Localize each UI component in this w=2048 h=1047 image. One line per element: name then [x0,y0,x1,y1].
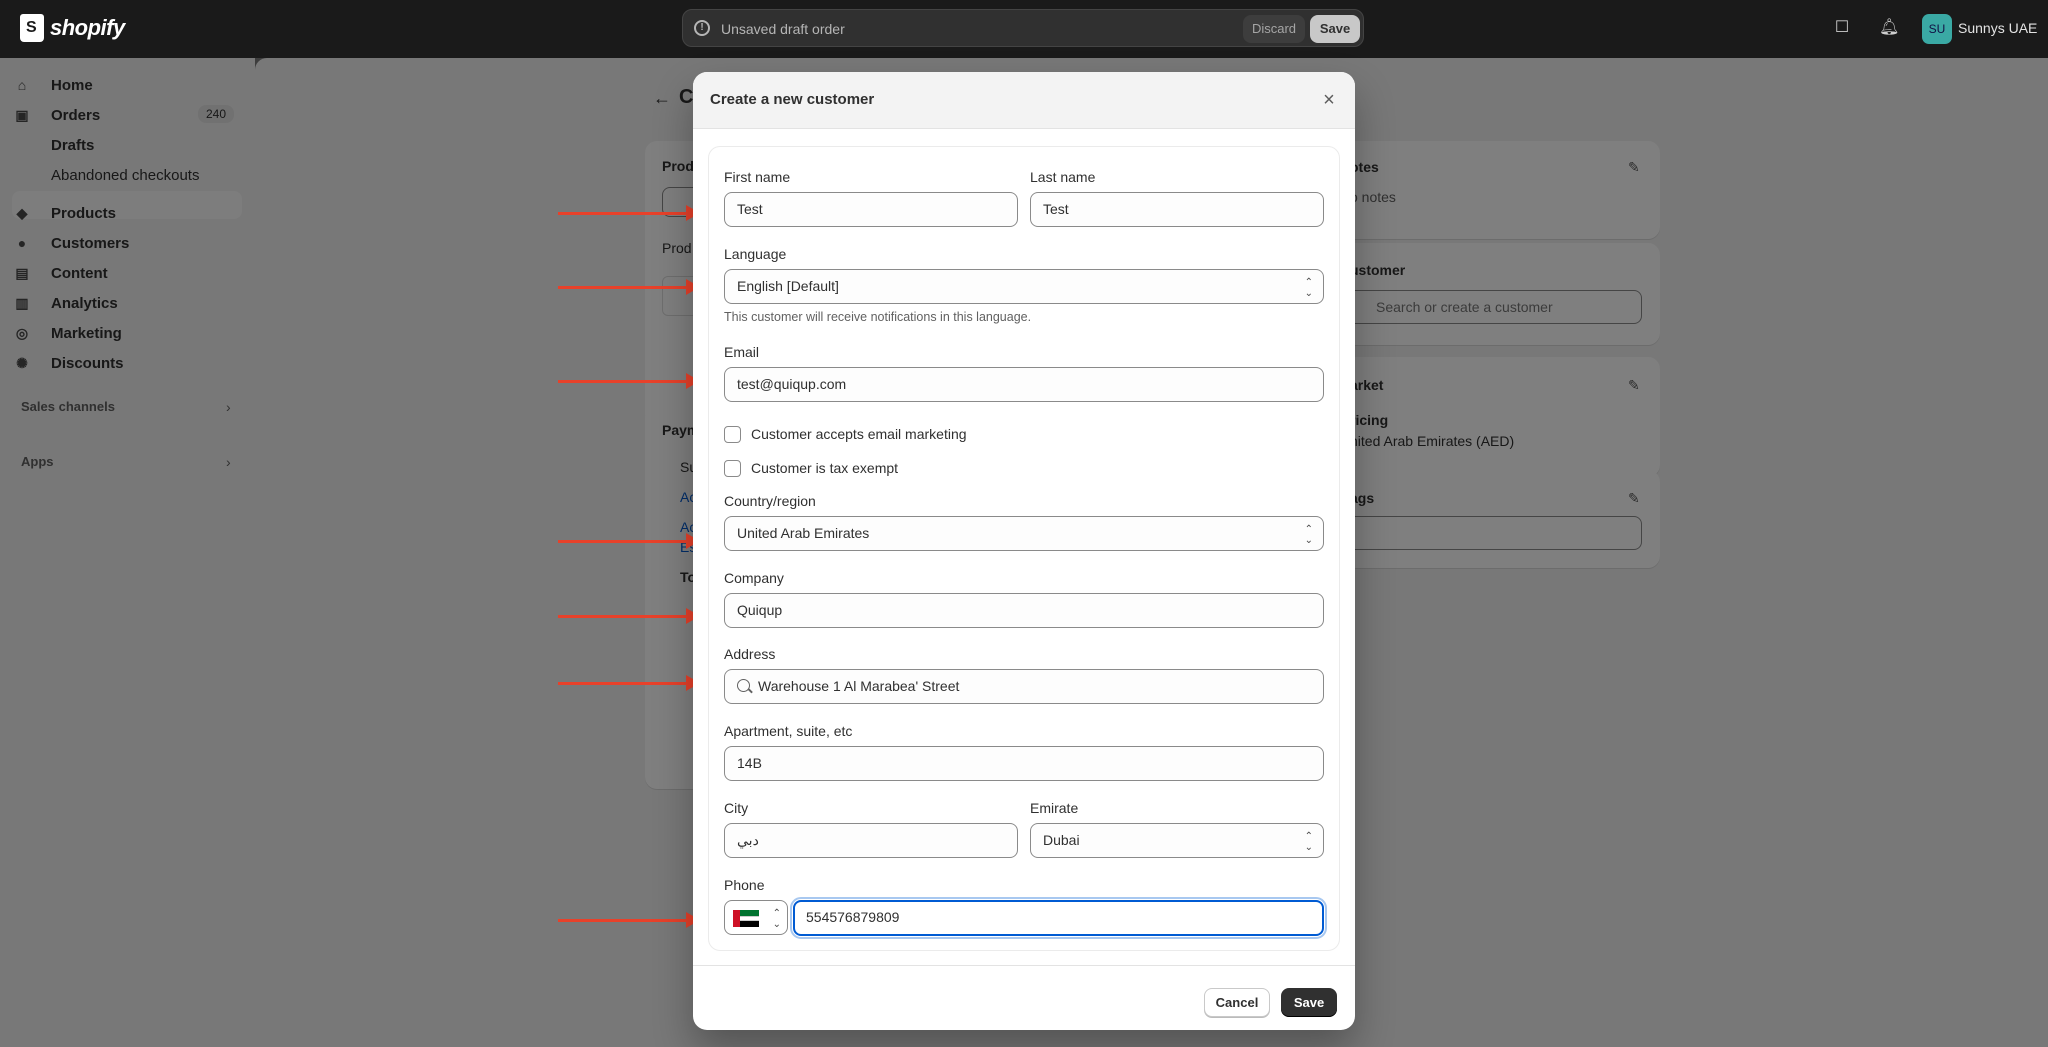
accepts-marketing-checkbox[interactable] [724,426,741,443]
company-label: Company [724,570,784,586]
country-label: Country/region [724,493,816,509]
country-select[interactable]: United Arab Emirates ⌃ ⌄ [724,516,1324,551]
modal-footer: Cancel Save [693,965,1355,1030]
last-name-field[interactable]: Test [1030,192,1324,227]
address-value: Warehouse 1 Al Marabea' Street [758,678,960,694]
create-customer-modal: Create a new customer × First name Test … [693,72,1355,1030]
emirate-label: Emirate [1030,800,1079,816]
city-label: City [724,800,749,816]
draft-status-text: Unsaved draft order [721,21,845,37]
annotation-arrow [558,675,700,691]
accepts-marketing-label[interactable]: Customer accepts email marketing [751,426,967,442]
apartment-label: Apartment, suite, etc [724,723,853,739]
annotation-arrow [558,608,700,624]
email-value: test@quiqup.com [737,376,847,392]
store-name[interactable]: Sunnys UAE [1958,20,2037,36]
shopify-logo[interactable]: shopify [20,14,125,42]
annotation-arrow [558,279,700,295]
modal-header: Create a new customer × [693,72,1355,129]
save-customer-button[interactable]: Save [1281,988,1337,1017]
first-name-label: First name [724,169,791,185]
language-help-text: This customer will receive notifications… [724,310,1032,324]
email-label: Email [724,344,760,360]
store-avatar[interactable]: SU [1922,14,1952,44]
select-chevrons-icon: ⌃ ⌄ [772,908,781,930]
top-bar: shopify ! Unsaved draft order Discard Sa… [0,0,2048,58]
city-value: دبي [737,832,759,848]
country-value: United Arab Emirates [737,525,870,541]
select-chevrons-icon: ⌃ ⌄ [1304,831,1313,853]
annotation-arrow [558,373,700,389]
first-name-value: Test [737,201,763,217]
tax-exempt-label[interactable]: Customer is tax exempt [751,460,898,476]
phone-value: 554576879809 [806,909,900,925]
cancel-button[interactable]: Cancel [1204,988,1270,1017]
first-name-field[interactable]: Test [724,192,1018,227]
unsaved-changes-bar: ! Unsaved draft order Discard Save [682,9,1364,47]
city-field[interactable]: دبي [724,823,1018,858]
company-value: Quiqup [737,602,783,618]
phone-country-select[interactable]: ⌃ ⌄ [724,900,788,935]
company-field[interactable]: Quiqup [724,593,1324,628]
bell-icon[interactable]: 🔔︎ [1879,18,1899,38]
emirate-select[interactable]: Dubai ⌃ ⌄ [1030,823,1324,858]
close-icon[interactable]: × [1317,88,1341,112]
annotation-arrow [558,912,700,928]
annotation-arrow [558,205,700,221]
last-name-value: Test [1043,201,1069,217]
uae-flag-icon [733,910,759,927]
language-value: English [Default] [737,278,839,294]
logo-text: shopify [50,15,125,40]
address-label: Address [724,646,776,662]
annotation-arrow [558,533,700,549]
language-select[interactable]: English [Default] ⌃ ⌄ [724,269,1324,304]
select-chevrons-icon: ⌃ ⌄ [1304,524,1313,546]
address-search-field[interactable]: Warehouse 1 Al Marabea' Street [724,669,1324,704]
select-chevrons-icon: ⌃ ⌄ [1304,277,1313,299]
language-label: Language [724,246,787,262]
modal-title: Create a new customer [710,91,875,108]
phone-field[interactable]: 554576879809 [790,897,1327,939]
search-icon [737,679,750,692]
apartment-value: 14B [737,755,762,771]
discard-button[interactable]: Discard [1243,15,1305,43]
email-field[interactable]: test@quiqup.com [724,367,1324,402]
emirate-value: Dubai [1043,832,1080,848]
apartment-field[interactable]: 14B [724,746,1324,781]
inbox-icon[interactable]: ☐ [1832,18,1852,38]
phone-label: Phone [724,877,765,893]
tax-exempt-checkbox[interactable] [724,460,741,477]
top-save-button[interactable]: Save [1310,15,1360,43]
last-name-label: Last name [1030,169,1096,185]
alert-circle-icon: ! [694,20,710,36]
shopify-bag-icon [20,14,44,42]
